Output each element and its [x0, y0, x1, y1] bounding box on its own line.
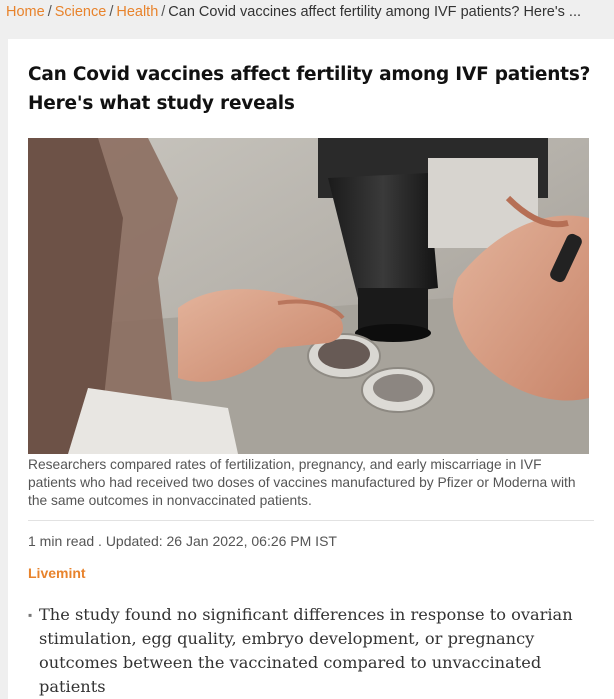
article-meta: 1 min read . Updated: 26 Jan 2022, 06:26…: [28, 533, 337, 549]
breadcrumb-science[interactable]: Science: [55, 4, 107, 20]
breadcrumb-current: Can Covid vaccines affect fertility amon…: [168, 4, 582, 20]
breadcrumb-health[interactable]: Health: [116, 4, 158, 20]
summary-item: The study found no significant differenc…: [39, 605, 573, 696]
breadcrumb-separator: /: [47, 4, 52, 20]
breadcrumb-home[interactable]: Home: [6, 4, 45, 20]
photo-caption: Researchers compared rates of fertilizat…: [28, 457, 576, 508]
article-photo: [28, 138, 589, 454]
article-card: Can Covid vaccines affect fertility amon…: [8, 39, 614, 699]
lab-photo-illustration: [28, 138, 589, 454]
article-headline: Can Covid vaccines affect fertility amon…: [28, 64, 591, 114]
breadcrumb-separator: /: [161, 4, 166, 20]
divider: [28, 520, 594, 521]
breadcrumb: Home / Science / Health / Can Covid vaccines a…: [0, 0, 614, 26]
summary-list: ▪ The study found no significant differe…: [28, 603, 594, 699]
breadcrumb-separator: /: [109, 4, 114, 20]
bullet-icon: ▪: [28, 608, 33, 622]
article-source[interactable]: Livemint: [28, 565, 594, 581]
